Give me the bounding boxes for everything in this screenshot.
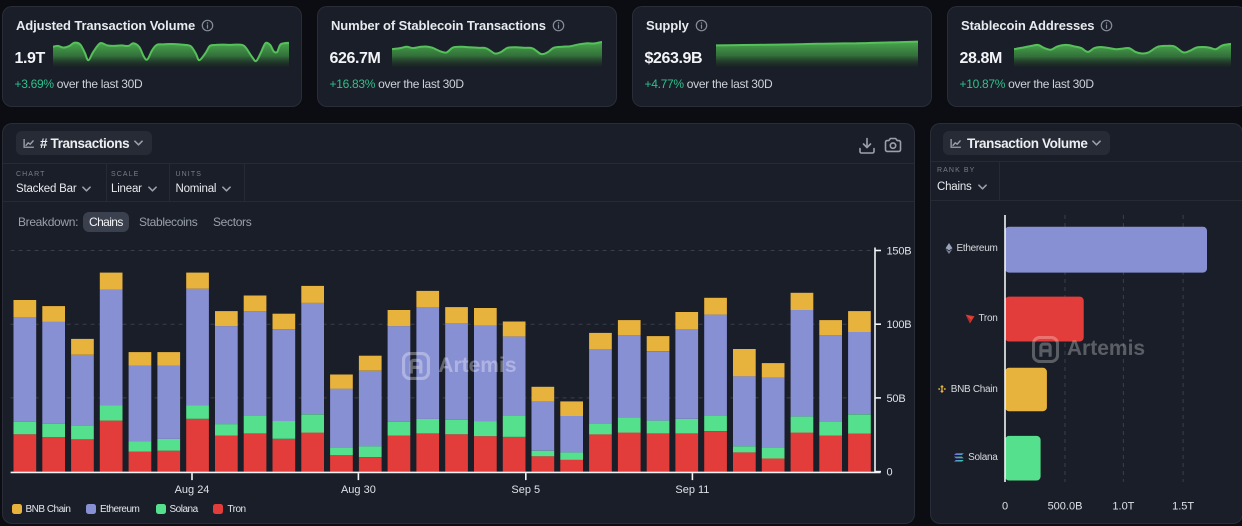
svg-text:1.5T: 1.5T <box>1172 500 1194 512</box>
svg-text:Sep 5: Sep 5 <box>511 484 540 496</box>
svg-text:150B: 150B <box>887 245 912 257</box>
svg-text:50B: 50B <box>887 392 906 404</box>
svg-text:Sep 11: Sep 11 <box>675 484 709 496</box>
svg-text:0: 0 <box>1001 500 1007 512</box>
svg-text:Aug 30: Aug 30 <box>341 484 376 496</box>
svg-text:500.0B: 500.0B <box>1047 500 1082 512</box>
svg-text:Aug 24: Aug 24 <box>175 484 210 496</box>
svg-text:100B: 100B <box>887 319 912 331</box>
svg-text:1.0T: 1.0T <box>1112 500 1134 512</box>
svg-text:0: 0 <box>887 466 893 478</box>
